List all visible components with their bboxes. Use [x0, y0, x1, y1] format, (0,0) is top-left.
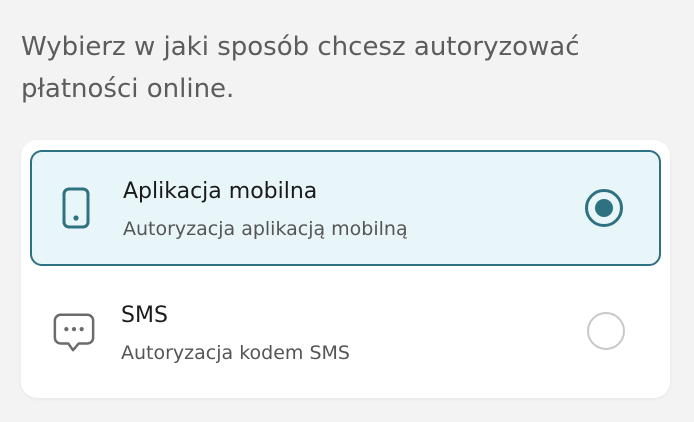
option-sms[interactable]: SMS Autoryzacja kodem SMS: [30, 276, 661, 388]
option-title: Aplikacja mobilna: [123, 179, 318, 204]
radio-dot: [595, 199, 613, 217]
instruction-text: Wybierz w jaki sposób chcesz autoryzować…: [21, 32, 580, 104]
radio-unselected[interactable]: [587, 312, 625, 350]
option-title: SMS: [121, 303, 168, 328]
option-subtitle: Autoryzacja kodem SMS: [121, 342, 350, 364]
radio-selected[interactable]: [585, 189, 623, 227]
option-mobile-app[interactable]: Aplikacja mobilna Autoryzacja aplikacją …: [30, 150, 661, 266]
auth-method-card: Aplikacja mobilna Autoryzacja aplikacją …: [21, 140, 670, 398]
smartphone-icon: [54, 186, 98, 230]
chat-bubble-icon: [52, 310, 96, 354]
option-subtitle: Autoryzacja aplikacją mobilną: [123, 218, 408, 240]
